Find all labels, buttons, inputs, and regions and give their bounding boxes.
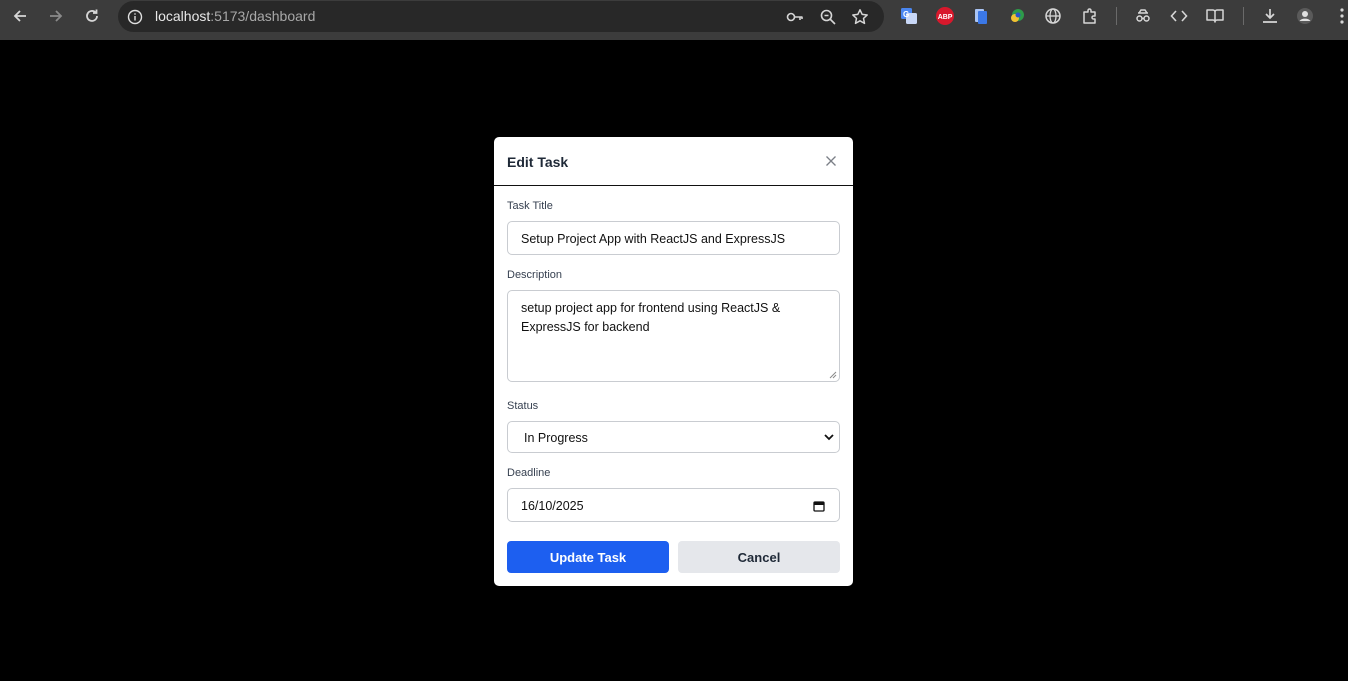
task-title-input[interactable]: Setup Project App with ReactJS and Expre… [507, 221, 840, 255]
url-path: :5173/dashboard [210, 8, 316, 24]
download-icon[interactable] [1260, 6, 1280, 26]
key-icon[interactable] [786, 8, 804, 26]
forward-arrow-icon[interactable] [44, 4, 68, 28]
url-host: localhost [155, 8, 211, 24]
zoom-icon[interactable] [819, 8, 837, 26]
color-extension-icon[interactable] [1007, 6, 1027, 26]
update-task-button[interactable]: Update Task [507, 541, 669, 573]
cancel-button[interactable]: Cancel [678, 541, 840, 573]
toolbar-divider [1116, 7, 1117, 25]
calendar-icon[interactable] [813, 500, 825, 512]
browser-toolbar: localhost:5173/dashboard G ABP [0, 0, 1348, 40]
close-icon[interactable] [825, 155, 837, 167]
globe-icon[interactable] [1043, 6, 1063, 26]
status-label: Status [507, 400, 539, 412]
reading-list-icon[interactable] [1205, 6, 1225, 26]
description-textarea[interactable]: setup project app for frontend using Rea… [507, 290, 840, 382]
status-value: In Progress [524, 431, 588, 445]
menu-icon[interactable] [1332, 6, 1348, 26]
adblock-plus-icon[interactable]: ABP [935, 6, 955, 26]
deadline-date-input[interactable]: 16/10/2025 [507, 488, 840, 522]
site-info-icon[interactable] [127, 9, 143, 25]
lab-flask-icon[interactable] [1133, 6, 1153, 26]
devtools-code-icon[interactable] [1169, 6, 1189, 26]
google-translate-icon[interactable]: G [899, 6, 919, 26]
reload-icon[interactable] [80, 4, 104, 28]
description-value: setup project app for frontend using Rea… [521, 301, 781, 334]
toolbar-divider [1243, 7, 1244, 25]
svg-text:G: G [903, 10, 909, 19]
profile-icon[interactable] [1295, 6, 1315, 26]
modal-title: Edit Task [507, 154, 569, 170]
task-title-label: Task Title [507, 200, 553, 212]
status-select[interactable]: In Progress [507, 421, 840, 453]
document-extension-icon[interactable] [971, 6, 991, 26]
extensions-puzzle-icon[interactable] [1080, 6, 1100, 26]
resize-handle-icon[interactable] [829, 371, 837, 379]
task-title-value: Setup Project App with ReactJS and Expre… [521, 232, 786, 246]
deadline-value: 16/10/2025 [521, 499, 584, 513]
bookmark-star-icon[interactable] [851, 8, 869, 26]
adblock-badge: ABP [938, 14, 953, 21]
deadline-label: Deadline [507, 467, 551, 479]
back-arrow-icon[interactable] [8, 4, 32, 28]
description-label: Description [507, 269, 563, 281]
chevron-down-icon [824, 434, 834, 441]
url-text[interactable]: localhost:5173/dashboard [155, 8, 315, 24]
address-bar[interactable]: localhost:5173/dashboard [118, 1, 884, 32]
edit-task-modal: Edit Task Task Title Setup Project App w… [494, 137, 853, 586]
modal-header: Edit Task [494, 137, 853, 186]
